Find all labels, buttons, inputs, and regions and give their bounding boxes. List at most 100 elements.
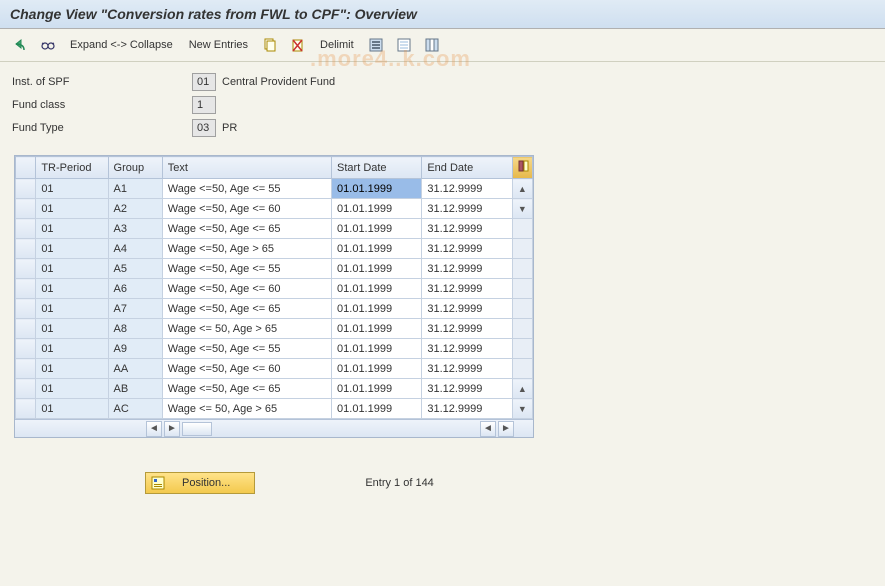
- cell-tr[interactable]: 01: [36, 219, 108, 239]
- undo-icon[interactable]: [10, 35, 30, 55]
- delimit-button[interactable]: Delimit: [316, 37, 358, 53]
- vscroll-track[interactable]: [512, 219, 532, 239]
- cell-end-date[interactable]: 31.12.9999: [422, 199, 512, 219]
- cell-end-date[interactable]: 31.12.9999: [422, 179, 512, 199]
- row-selector[interactable]: [16, 399, 36, 419]
- cell-text[interactable]: Wage <=50, Age > 65: [162, 239, 331, 259]
- cell-text[interactable]: Wage <=50, Age <= 60: [162, 359, 331, 379]
- vscroll-track[interactable]: [512, 239, 532, 259]
- row-selector[interactable]: [16, 339, 36, 359]
- row-selector[interactable]: [16, 199, 36, 219]
- cell-start-date[interactable]: 01.01.1999: [332, 319, 422, 339]
- hscroll-thumb[interactable]: [182, 422, 212, 436]
- vscroll-arrow-icon[interactable]: ▲: [512, 179, 532, 199]
- cell-end-date[interactable]: 31.12.9999: [422, 379, 512, 399]
- cell-text[interactable]: Wage <=50, Age <= 55: [162, 339, 331, 359]
- cell-end-date[interactable]: 31.12.9999: [422, 339, 512, 359]
- column-config-icon[interactable]: [422, 35, 442, 55]
- cell-end-date[interactable]: 31.12.9999: [422, 399, 512, 419]
- cell-start-date[interactable]: 01.01.1999: [332, 219, 422, 239]
- cell-start-date[interactable]: 01.01.1999: [332, 299, 422, 319]
- cell-end-date[interactable]: 31.12.9999: [422, 239, 512, 259]
- vscroll-track[interactable]: [512, 319, 532, 339]
- cell-text[interactable]: Wage <=50, Age <= 60: [162, 199, 331, 219]
- cell-text[interactable]: Wage <=50, Age <= 65: [162, 219, 331, 239]
- cell-start-date[interactable]: 01.01.1999: [332, 399, 422, 419]
- cell-text[interactable]: Wage <=50, Age <= 60: [162, 279, 331, 299]
- position-button[interactable]: Position...: [145, 472, 255, 494]
- cell-start-date[interactable]: 01.01.1999: [332, 279, 422, 299]
- copy-icon[interactable]: [260, 35, 280, 55]
- cell-group[interactable]: A2: [108, 199, 162, 219]
- hscroll-left-icon[interactable]: ◄: [146, 421, 162, 437]
- row-selector[interactable]: [16, 279, 36, 299]
- table-config-icon[interactable]: [512, 157, 532, 179]
- vscroll-arrow-icon[interactable]: ▼: [512, 199, 532, 219]
- cell-group[interactable]: A4: [108, 239, 162, 259]
- cell-group[interactable]: A9: [108, 339, 162, 359]
- cell-group[interactable]: A8: [108, 319, 162, 339]
- cell-text[interactable]: Wage <=50, Age <= 65: [162, 299, 331, 319]
- cell-start-date[interactable]: 01.01.1999: [332, 179, 422, 199]
- vscroll-track[interactable]: [512, 259, 532, 279]
- cell-tr[interactable]: 01: [36, 359, 108, 379]
- cell-group[interactable]: A1: [108, 179, 162, 199]
- cell-end-date[interactable]: 31.12.9999: [422, 279, 512, 299]
- cell-text[interactable]: Wage <=50, Age <= 55: [162, 259, 331, 279]
- cell-group[interactable]: A5: [108, 259, 162, 279]
- row-selector[interactable]: [16, 179, 36, 199]
- cell-tr[interactable]: 01: [36, 179, 108, 199]
- row-selector[interactable]: [16, 359, 36, 379]
- hscroll-left2-icon[interactable]: ◄: [480, 421, 496, 437]
- cell-start-date[interactable]: 01.01.1999: [332, 339, 422, 359]
- cell-text[interactable]: Wage <=50, Age <= 55: [162, 179, 331, 199]
- vscroll-arrow-icon[interactable]: ▼: [512, 399, 532, 419]
- vscroll-track[interactable]: [512, 299, 532, 319]
- row-selector[interactable]: [16, 299, 36, 319]
- col-header-start[interactable]: Start Date: [332, 157, 422, 179]
- vscroll-track[interactable]: [512, 359, 532, 379]
- cell-text[interactable]: Wage <= 50, Age > 65: [162, 399, 331, 419]
- hscroll-right2-icon[interactable]: ►: [498, 421, 514, 437]
- vscroll-track[interactable]: [512, 339, 532, 359]
- select-all-rows[interactable]: [16, 157, 36, 179]
- cell-text[interactable]: Wage <= 50, Age > 65: [162, 319, 331, 339]
- hscroll-right-icon[interactable]: ►: [164, 421, 180, 437]
- cell-end-date[interactable]: 31.12.9999: [422, 219, 512, 239]
- cell-tr[interactable]: 01: [36, 279, 108, 299]
- delete-icon[interactable]: [288, 35, 308, 55]
- col-header-end[interactable]: End Date: [422, 157, 512, 179]
- cell-tr[interactable]: 01: [36, 259, 108, 279]
- cell-tr[interactable]: 01: [36, 199, 108, 219]
- cell-text[interactable]: Wage <=50, Age <= 65: [162, 379, 331, 399]
- cell-tr[interactable]: 01: [36, 339, 108, 359]
- cell-group[interactable]: AA: [108, 359, 162, 379]
- col-header-group[interactable]: Group: [108, 157, 162, 179]
- cell-group[interactable]: A7: [108, 299, 162, 319]
- cell-start-date[interactable]: 01.01.1999: [332, 259, 422, 279]
- cell-group[interactable]: AB: [108, 379, 162, 399]
- cell-end-date[interactable]: 31.12.9999: [422, 359, 512, 379]
- col-header-text[interactable]: Text: [162, 157, 331, 179]
- select-all-icon[interactable]: [366, 35, 386, 55]
- cell-tr[interactable]: 01: [36, 319, 108, 339]
- cell-start-date[interactable]: 01.01.1999: [332, 239, 422, 259]
- deselect-all-icon[interactable]: [394, 35, 414, 55]
- row-selector[interactable]: [16, 219, 36, 239]
- cell-end-date[interactable]: 31.12.9999: [422, 319, 512, 339]
- cell-start-date[interactable]: 01.01.1999: [332, 379, 422, 399]
- cell-tr[interactable]: 01: [36, 239, 108, 259]
- vscroll-track[interactable]: [512, 279, 532, 299]
- cell-group[interactable]: A6: [108, 279, 162, 299]
- row-selector[interactable]: [16, 319, 36, 339]
- row-selector[interactable]: [16, 379, 36, 399]
- cell-group[interactable]: A3: [108, 219, 162, 239]
- glasses-detail-icon[interactable]: [38, 35, 58, 55]
- cell-tr[interactable]: 01: [36, 379, 108, 399]
- cell-start-date[interactable]: 01.01.1999: [332, 199, 422, 219]
- vscroll-arrow-icon[interactable]: ▲: [512, 379, 532, 399]
- cell-end-date[interactable]: 31.12.9999: [422, 299, 512, 319]
- col-header-tr[interactable]: TR-Period: [36, 157, 108, 179]
- row-selector[interactable]: [16, 239, 36, 259]
- cell-end-date[interactable]: 31.12.9999: [422, 259, 512, 279]
